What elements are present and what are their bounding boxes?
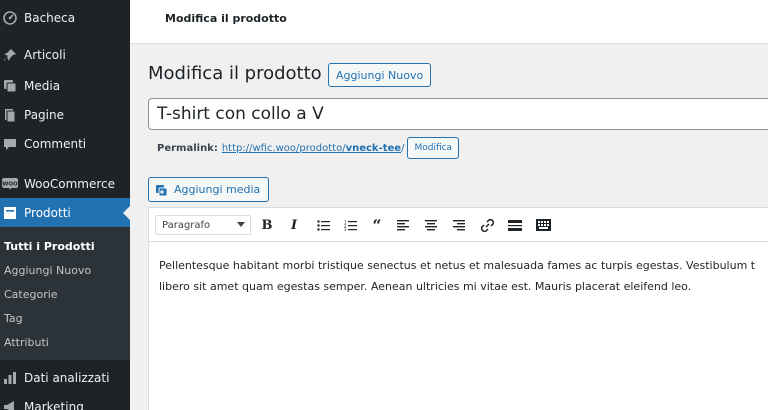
submenu-item-tags[interactable]: Tag [4, 312, 23, 325]
page-icon [0, 105, 20, 125]
pin-icon [0, 45, 20, 65]
content-paragraph-line: libero sit amet quam egestas semper. Aen… [159, 280, 692, 293]
toolbar-toggle-icon[interactable] [533, 215, 553, 235]
permalink-edit-button[interactable]: Modifica [407, 137, 460, 159]
megaphone-icon [0, 397, 20, 410]
submenu-item-attributes[interactable]: Attributi [4, 336, 49, 349]
sidebar-item-bacheca[interactable]: Bacheca [0, 3, 130, 33]
sidebar-item-label: Pagine [24, 108, 64, 122]
add-media-icon [155, 183, 169, 197]
sidebar-item-label: Articoli [24, 48, 66, 62]
permalink-label: Permalink: [157, 142, 218, 154]
sidebar-item-articoli[interactable]: Articoli [0, 40, 130, 70]
italic-icon[interactable]: I [284, 215, 304, 235]
sidebar-item-label: Dati analizzati [24, 371, 110, 385]
admin-sidebar: Bacheca Articoli Media Pagine Commenti W… [0, 0, 130, 410]
numbered-list-icon[interactable]: 123 [340, 215, 360, 235]
sidebar-item-woocommerce[interactable]: WOO WooCommerce [0, 169, 130, 199]
chart-icon [0, 368, 20, 388]
align-right-icon[interactable] [449, 215, 469, 235]
bullet-list-icon[interactable] [313, 215, 333, 235]
archive-icon [0, 203, 20, 223]
sidebar-item-marketing[interactable]: Marketing [0, 392, 130, 410]
align-left-icon[interactable] [393, 215, 413, 235]
comment-icon [0, 134, 20, 154]
submenu-item-all-products[interactable]: Tutti i Prodotti [4, 240, 95, 253]
product-title-input[interactable] [148, 98, 768, 130]
media-icon [0, 76, 20, 96]
svg-text:3: 3 [344, 227, 347, 231]
sidebar-item-dati-analizzati[interactable]: Dati analizzati [0, 363, 130, 393]
permalink-row: Permalink: http://wfic.woo/prodotto/vnec… [157, 137, 460, 159]
permalink-slug[interactable]: vneck-tee [346, 143, 402, 154]
submenu-item-add-new[interactable]: Aggiungi Nuovo [4, 264, 91, 277]
sidebar-item-label: WooCommerce [24, 177, 115, 191]
content-paragraph-line: Pellentesque habitant morbi tristique se… [159, 259, 756, 272]
sidebar-item-commenti[interactable]: Commenti [0, 129, 130, 159]
add-new-button[interactable]: Aggiungi Nuovo [328, 63, 432, 87]
editor-toolbar: Paragrafo B I 123 “ [149, 208, 768, 242]
sidebar-item-media[interactable]: Media [0, 71, 130, 101]
bold-icon[interactable]: B [257, 215, 277, 235]
sidebar-item-label: Prodotti [24, 206, 71, 220]
products-submenu: Tutti i Prodotti Aggiungi Nuovo Categori… [0, 227, 130, 360]
sidebar-item-pagine[interactable]: Pagine [0, 100, 130, 130]
format-select-value: Paragrafo [162, 219, 211, 231]
permalink-separator: / [401, 142, 405, 154]
topbar-title: Modifica il prodotto [165, 12, 287, 25]
sidebar-item-label: Bacheca [24, 11, 76, 25]
add-media-button[interactable]: Aggiungi media [148, 177, 270, 202]
page-title: Modifica il prodotto [148, 63, 322, 84]
sidebar-item-label: Commenti [24, 137, 87, 151]
align-center-icon[interactable] [421, 215, 441, 235]
read-more-icon[interactable] [505, 215, 525, 235]
content-editor: Paragrafo B I 123 “ Pellentesque habitan… [148, 207, 768, 410]
woocommerce-icon: WOO [0, 174, 20, 194]
link-icon[interactable] [477, 215, 497, 235]
format-select[interactable]: Paragrafo [155, 215, 251, 235]
sidebar-item-prodotti[interactable]: Prodotti [0, 198, 130, 228]
editor-content-area[interactable]: Pellentesque habitant morbi tristique se… [159, 255, 768, 297]
top-bar: Modifica il prodotto [130, 0, 768, 44]
dashboard-icon [0, 8, 20, 28]
blockquote-icon[interactable]: “ [367, 215, 387, 235]
svg-text:WOO: WOO [2, 182, 18, 188]
sidebar-item-label: Media [24, 79, 61, 93]
add-media-label: Aggiungi media [174, 183, 261, 196]
chevron-down-icon [237, 222, 245, 227]
sidebar-item-label: Marketing [24, 400, 84, 410]
permalink-url[interactable]: http://wfic.woo/prodotto/ [222, 143, 346, 154]
submenu-item-categories[interactable]: Categorie [4, 288, 58, 301]
